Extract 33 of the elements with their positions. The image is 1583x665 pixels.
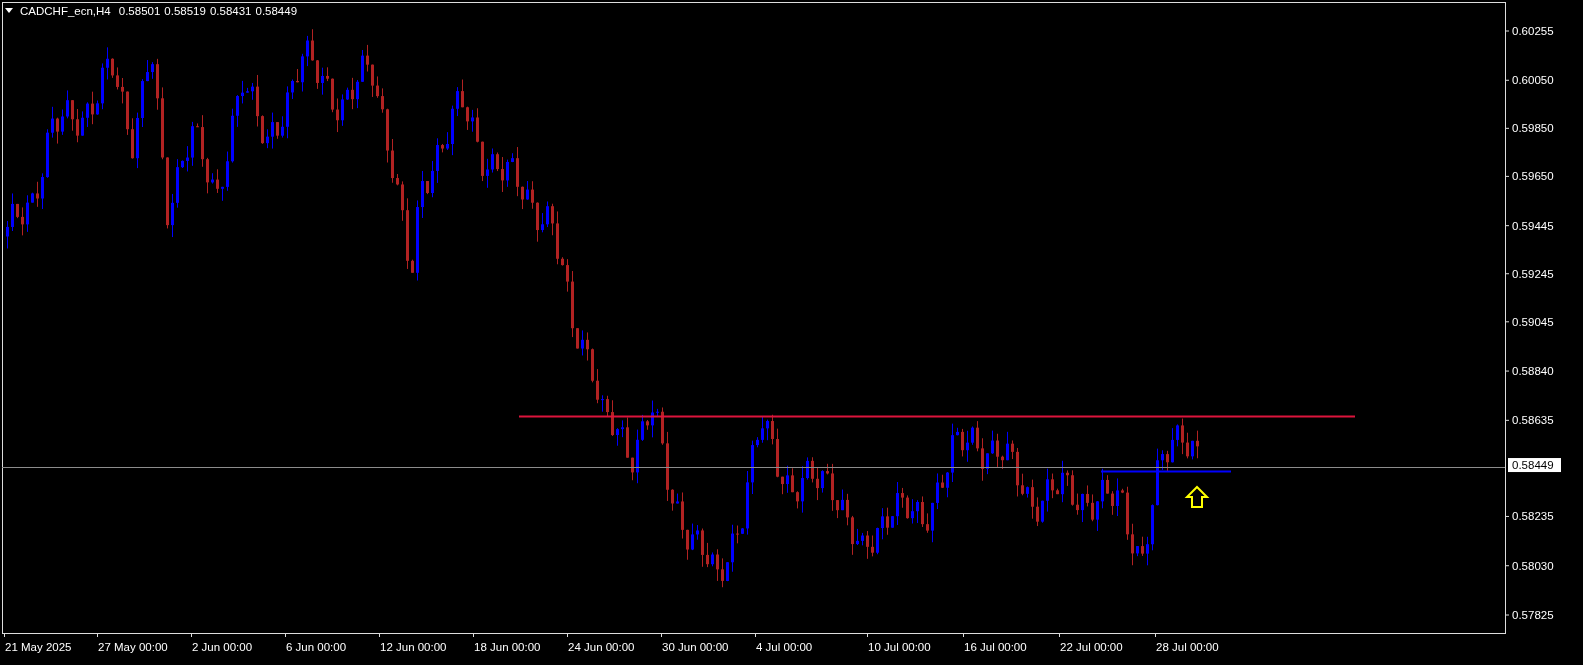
- time-label: 21 May 2025: [5, 641, 72, 653]
- price-label: 0.60050: [1512, 74, 1554, 87]
- price-label: 0.60255: [1512, 25, 1554, 37]
- time-label: 27 May 00:00: [98, 641, 168, 653]
- up-arrow-icon: [1184, 485, 1210, 508]
- current-price-tag: 0.58449: [1508, 458, 1561, 473]
- time-label: 6 Jun 00:00: [286, 641, 347, 653]
- time-label: 16 Jul 00:00: [964, 641, 1027, 653]
- price-label: 0.58635: [1512, 414, 1554, 427]
- time-label: 4 Jul 00:00: [756, 641, 813, 653]
- time-label: 22 Jul 00:00: [1060, 641, 1123, 653]
- time-label: 12 Jun 00:00: [380, 641, 447, 653]
- price-label: 0.59045: [1512, 315, 1554, 328]
- quote-value: 0.58449: [255, 5, 298, 17]
- price-label: 0.59445: [1512, 219, 1554, 232]
- price-label: 0.58840: [1512, 365, 1554, 378]
- price-label: 0.59850: [1512, 122, 1554, 135]
- price-label: 0.59650: [1512, 170, 1554, 183]
- quote-value: 0.58501: [118, 5, 161, 17]
- time-label: 2 Jun 00:00: [192, 641, 253, 653]
- time-label: 30 Jun 00:00: [662, 641, 729, 653]
- symbol-label: CADCHF_ecn,H4: [20, 5, 111, 17]
- price-label: 0.58030: [1512, 559, 1554, 572]
- time-label: 28 Jul 00:00: [1156, 641, 1219, 653]
- price-label: 0.58235: [1512, 510, 1554, 523]
- time-label: 18 Jun 00:00: [474, 641, 541, 653]
- price-label: 0.57825: [1512, 609, 1554, 621]
- collapse-triangle-icon[interactable]: [5, 8, 13, 13]
- time-label: 10 Jul 00:00: [868, 641, 931, 653]
- quote-value: 0.58431: [209, 5, 252, 17]
- time-label: 24 Jun 00:00: [568, 641, 635, 653]
- quote-value: 0.58519: [164, 5, 206, 17]
- price-label: 0.59245: [1512, 267, 1554, 280]
